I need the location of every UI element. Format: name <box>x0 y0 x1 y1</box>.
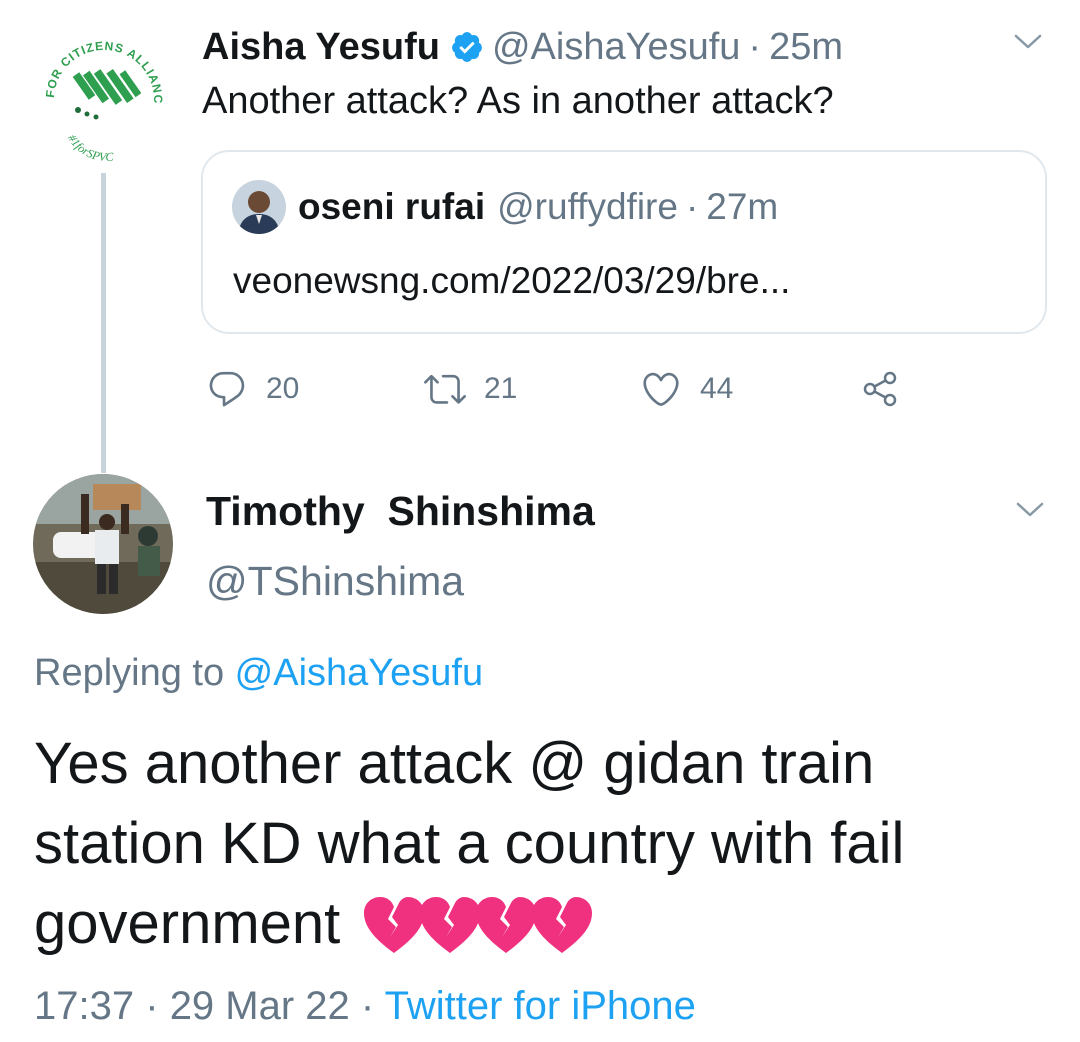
reply-tweet-body: Yes another attack @ gidan train station… <box>34 724 1054 964</box>
svg-text:#1forSPVC: #1forSPVC <box>65 132 115 164</box>
parent-tweet-menu-chevron-down-icon[interactable] <box>1010 30 1046 59</box>
quoted-author-avatar[interactable] <box>232 180 286 234</box>
quoted-tweet-time[interactable]: 27m <box>706 186 778 228</box>
reply-tweet-time: 17:37 <box>34 984 135 1028</box>
reply-author-handle[interactable]: @TShinshima <box>206 558 464 605</box>
share-button[interactable] <box>858 366 902 412</box>
share-icon <box>858 367 902 411</box>
reply-tweet-date: 29 Mar 22 <box>169 984 350 1028</box>
parent-author-handle[interactable]: @AishaYesufu <box>492 26 740 69</box>
broken-heart-icon <box>532 897 593 953</box>
reply-tweet-meta: 17:37 · 29 Mar 22 · Twitter for iPhone <box>34 984 696 1029</box>
quoted-tweet-link-text[interactable]: veonewsng.com/2022/03/29/bre... <box>233 260 790 302</box>
reply-icon <box>206 368 248 410</box>
parent-author-name[interactable]: Aisha Yesufu <box>202 26 440 69</box>
replying-to-line: Replying to @AishaYesufu <box>34 652 483 695</box>
citizens-alliance-logo-icon: FOR CITIZENS ALLIANCE #1forSPVC <box>32 22 164 164</box>
reply-button[interactable]: 20 <box>206 366 299 412</box>
quoted-tweet-card[interactable] <box>201 150 1047 334</box>
like-count: 44 <box>700 372 734 405</box>
separator-dot: · <box>360 984 375 1028</box>
replying-to-mention-link[interactable]: @AishaYesufu <box>235 652 483 694</box>
parent-tweet-time[interactable]: 25m <box>769 26 843 69</box>
separator-dot: · <box>685 186 699 227</box>
reply-count: 20 <box>266 372 300 405</box>
broken-heart-icon <box>420 897 481 953</box>
thread-connector-line <box>101 173 106 473</box>
person-avatar-icon <box>232 180 286 234</box>
separator-dot: · <box>748 25 762 68</box>
retweet-button[interactable]: 21 <box>424 366 517 412</box>
tweet-source-link[interactable]: Twitter for iPhone <box>385 984 696 1028</box>
logo-hashtag: #1forSPVC <box>65 132 115 164</box>
reply-tweet-menu-chevron-down-icon[interactable] <box>1012 498 1048 527</box>
like-button[interactable]: 44 <box>640 366 733 412</box>
retweet-count: 21 <box>484 372 518 405</box>
parent-tweet-header: Aisha Yesufu @AishaYesufu · 25m <box>202 22 843 72</box>
reply-author-name[interactable]: Timothy Shinshima <box>206 488 595 535</box>
quoted-tweet-header: oseni rufai @ruffydfire · 27m <box>298 180 778 234</box>
like-icon <box>640 368 682 410</box>
quoted-author-handle[interactable]: @ruffydfire <box>497 186 678 228</box>
broken-hearts-emoji <box>362 895 593 955</box>
broken-heart-icon <box>364 897 425 953</box>
separator-dot: · <box>145 984 159 1028</box>
parent-tweet-text: Another attack? As in another attack? <box>202 80 834 122</box>
retweet-icon <box>424 368 466 410</box>
quoted-author-name[interactable]: oseni rufai <box>298 186 485 228</box>
reply-author-avatar[interactable] <box>33 474 173 614</box>
broken-heart-icon <box>476 897 537 953</box>
verified-badge-icon <box>450 30 484 64</box>
protest-photo-avatar-icon <box>33 474 173 614</box>
avatar-citizens-alliance-logo[interactable]: FOR CITIZENS ALLIANCE #1forSPVC <box>32 22 176 166</box>
replying-to-prefix: Replying to <box>34 652 235 694</box>
